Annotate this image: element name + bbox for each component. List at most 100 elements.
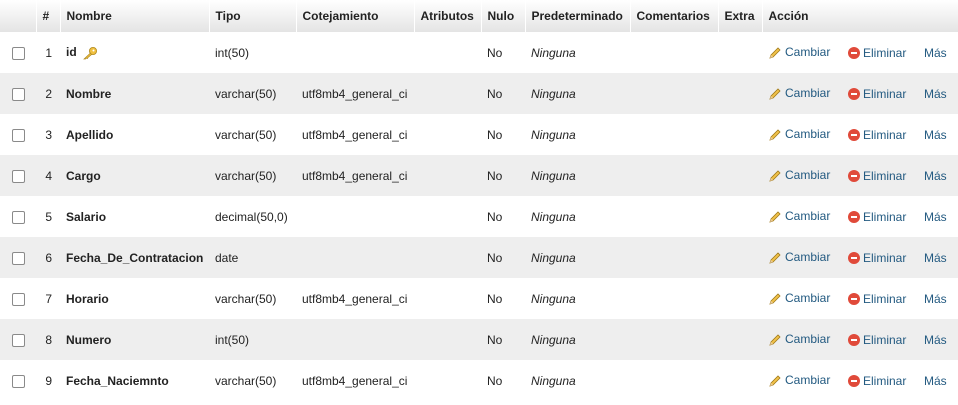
row-checkbox[interactable]	[12, 210, 25, 224]
column-comments	[630, 278, 718, 319]
change-label[interactable]: Cambiar	[785, 291, 830, 305]
column-name: Salario	[66, 209, 107, 224]
drop-label[interactable]: Eliminar	[863, 210, 906, 224]
drop-action[interactable]: Eliminar	[842, 237, 918, 278]
more-action[interactable]: Más	[918, 237, 958, 278]
header-action: Acción	[762, 0, 958, 32]
change-action[interactable]: Cambiar	[762, 237, 842, 278]
row-checkbox[interactable]	[12, 374, 25, 388]
drop-action[interactable]: Eliminar	[842, 32, 918, 73]
column-attributes	[414, 319, 481, 360]
column-extra	[718, 155, 762, 196]
header-select	[0, 0, 37, 32]
change-action[interactable]: Cambiar	[762, 319, 842, 360]
more-action[interactable]: Más	[918, 319, 958, 360]
column-extra	[718, 114, 762, 155]
drop-action[interactable]: Eliminar	[842, 155, 918, 196]
minus-circle-icon	[848, 252, 860, 265]
pencil-icon	[769, 375, 781, 387]
column-type: decimal(50,0)	[215, 209, 288, 224]
change-action[interactable]: Cambiar	[762, 73, 842, 114]
column-default: Ninguna	[531, 373, 576, 388]
change-label[interactable]: Cambiar	[785, 373, 830, 387]
row-checkbox[interactable]	[12, 251, 25, 265]
change-action[interactable]: Cambiar	[762, 155, 842, 196]
column-null: No	[487, 86, 503, 101]
change-label[interactable]: Cambiar	[785, 86, 830, 100]
drop-label[interactable]: Eliminar	[863, 128, 906, 142]
more-action[interactable]: Más	[918, 73, 958, 114]
key-icon	[82, 46, 97, 60]
drop-action[interactable]: Eliminar	[842, 196, 918, 237]
change-label[interactable]: Cambiar	[785, 168, 830, 182]
change-label[interactable]: Cambiar	[785, 127, 830, 141]
minus-circle-icon	[848, 334, 860, 347]
row-select-cell[interactable]	[0, 196, 36, 237]
drop-action[interactable]: Eliminar	[842, 319, 918, 360]
more-action[interactable]: Más	[918, 360, 958, 401]
minus-circle-icon	[848, 375, 860, 388]
change-action[interactable]: Cambiar	[762, 278, 842, 319]
column-collation: utf8mb4_general_ci	[302, 127, 408, 142]
table-row: 5 Salario decimal(50,0) No Ninguna Cambi…	[0, 196, 958, 237]
row-select-cell[interactable]	[0, 319, 36, 360]
more-action[interactable]: Más	[918, 114, 958, 155]
row-select-cell[interactable]	[0, 73, 36, 114]
pencil-icon	[769, 334, 781, 346]
more-action[interactable]: Más	[918, 196, 958, 237]
table-row: 3 Apellido varchar(50) utf8mb4_general_c…	[0, 114, 958, 155]
drop-action[interactable]: Eliminar	[842, 360, 918, 401]
drop-action[interactable]: Eliminar	[842, 114, 918, 155]
row-checkbox[interactable]	[12, 46, 25, 60]
column-extra	[718, 319, 762, 360]
row-number: 7	[45, 291, 52, 306]
more-action[interactable]: Más	[918, 155, 958, 196]
column-name: Fecha_Naciemnto	[66, 373, 169, 388]
row-select-cell[interactable]	[0, 360, 36, 401]
column-name-cell: Cargo	[60, 155, 209, 196]
drop-label[interactable]: Eliminar	[863, 374, 906, 388]
column-type: varchar(50)	[215, 168, 277, 183]
row-checkbox[interactable]	[12, 333, 25, 347]
row-select-cell[interactable]	[0, 32, 36, 73]
row-checkbox[interactable]	[12, 292, 25, 306]
change-label[interactable]: Cambiar	[785, 332, 830, 346]
change-action[interactable]: Cambiar	[762, 32, 842, 73]
drop-label[interactable]: Eliminar	[863, 87, 906, 101]
column-type: int(50)	[215, 332, 250, 347]
drop-action[interactable]: Eliminar	[842, 73, 918, 114]
drop-label[interactable]: Eliminar	[863, 169, 906, 183]
drop-label[interactable]: Eliminar	[863, 292, 906, 306]
row-checkbox[interactable]	[12, 87, 25, 101]
change-label[interactable]: Cambiar	[785, 209, 830, 223]
header-row: # Nombre Tipo Cotejamiento Atributos Nul…	[0, 0, 958, 32]
header-name[interactable]: Nombre	[60, 0, 210, 32]
row-select-cell[interactable]	[0, 237, 36, 278]
column-null: No	[487, 291, 503, 306]
row-checkbox[interactable]	[12, 128, 25, 142]
column-attributes	[414, 114, 481, 155]
pencil-icon	[769, 211, 781, 223]
header-attributes: Atributos	[414, 0, 482, 32]
drop-label[interactable]: Eliminar	[863, 251, 906, 265]
row-select-cell[interactable]	[0, 155, 36, 196]
drop-action[interactable]: Eliminar	[842, 278, 918, 319]
change-action[interactable]: Cambiar	[762, 114, 842, 155]
column-type: varchar(50)	[215, 127, 277, 142]
more-action[interactable]: Más	[918, 278, 958, 319]
pencil-icon	[769, 293, 781, 305]
drop-label[interactable]: Eliminar	[863, 333, 906, 347]
column-name-cell: id	[60, 32, 209, 73]
change-action[interactable]: Cambiar	[762, 196, 842, 237]
row-select-cell[interactable]	[0, 278, 36, 319]
column-collation	[296, 237, 414, 278]
column-extra	[718, 196, 762, 237]
change-label[interactable]: Cambiar	[785, 45, 830, 59]
change-action[interactable]: Cambiar	[762, 360, 842, 401]
change-label[interactable]: Cambiar	[785, 250, 830, 264]
column-null: No	[487, 332, 503, 347]
row-select-cell[interactable]	[0, 114, 36, 155]
more-action[interactable]: Más	[918, 32, 958, 73]
row-checkbox[interactable]	[12, 169, 25, 183]
drop-label[interactable]: Eliminar	[863, 46, 906, 60]
